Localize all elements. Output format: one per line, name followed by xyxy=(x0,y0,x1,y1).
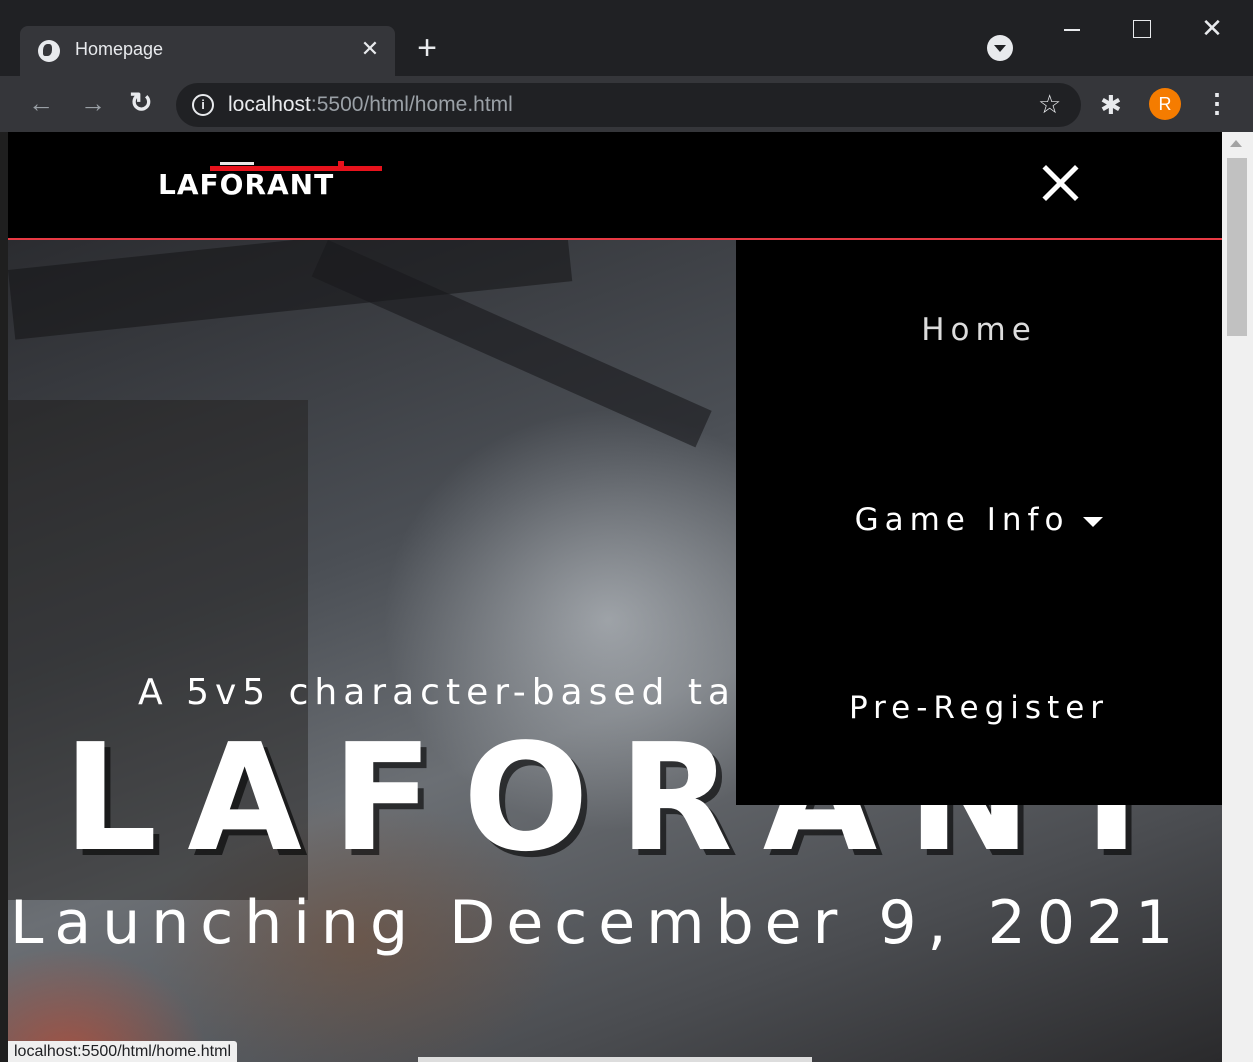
site-navbar: LAFORANT xyxy=(8,132,1222,240)
page-viewport: A 5v5 character-based tactical shooter L… xyxy=(8,132,1222,1062)
globe-icon xyxy=(38,40,60,62)
tab-title: Homepage xyxy=(75,39,164,59)
logo-rifle-sight xyxy=(338,161,344,169)
url-text[interactable]: localhost:5500/html/home.html xyxy=(228,93,513,117)
site-logo[interactable]: LAFORANT xyxy=(158,160,388,206)
bookmark-star-icon[interactable]: ☆ xyxy=(1038,89,1061,120)
tab-strip: Homepage ✕ + ✕ xyxy=(0,0,1253,76)
status-bar-url: localhost:5500/html/home.html xyxy=(8,1041,237,1062)
browser-tab[interactable]: Homepage ✕ xyxy=(20,26,395,76)
nav-item-pre-register[interactable]: Pre-Register xyxy=(736,690,1222,726)
address-bar[interactable]: i localhost:5500/html/home.html ☆ xyxy=(176,83,1081,127)
reload-icon[interactable]: ↻ xyxy=(126,88,156,118)
maximize-button[interactable] xyxy=(1107,0,1177,56)
nav-item-game-info[interactable]: Game Info xyxy=(736,502,1222,538)
launch-date: Launching December 9, 2021 xyxy=(10,888,1185,958)
window-close-button[interactable]: ✕ xyxy=(1177,0,1247,56)
browser-toolbar: ← → ↻ i localhost:5500/html/home.html ☆ xyxy=(0,76,1253,132)
new-tab-button[interactable]: + xyxy=(408,30,446,68)
nav-item-pre-register-label: Pre-Register xyxy=(848,690,1110,726)
nav-item-home[interactable]: Home xyxy=(736,312,1222,348)
tab-close-icon[interactable]: ✕ xyxy=(358,36,382,62)
scroll-up-arrow-icon[interactable] xyxy=(1230,140,1242,147)
forward-arrow-icon[interactable]: → xyxy=(78,88,108,118)
nav-item-home-label: Home xyxy=(921,312,1037,348)
horizontal-scroll-indicator xyxy=(418,1057,812,1062)
site-info-icon[interactable]: i xyxy=(192,94,214,116)
browser-menu-icon[interactable]: ⋮ xyxy=(1204,88,1230,119)
minimize-button[interactable] xyxy=(1037,0,1107,56)
url-path: :5500/html/home.html xyxy=(310,93,513,116)
tab-search-icon[interactable] xyxy=(987,35,1013,61)
nav-dropdown-menu: Home Game Info Pre-Register xyxy=(736,240,1222,805)
logo-rifle-scope xyxy=(220,162,254,165)
scrollbar-thumb[interactable] xyxy=(1227,158,1247,336)
profile-avatar[interactable]: R xyxy=(1149,88,1181,120)
logo-text: LAFORANT xyxy=(158,168,335,201)
extensions-puzzle-icon[interactable]: ✱ xyxy=(1100,90,1122,121)
caret-down-icon xyxy=(1083,516,1104,527)
vertical-scrollbar[interactable] xyxy=(1222,132,1253,1062)
back-arrow-icon[interactable]: ← xyxy=(26,88,56,118)
close-menu-icon[interactable] xyxy=(1040,162,1082,204)
nav-item-game-info-label: Game Info xyxy=(854,502,1070,538)
url-host: localhost xyxy=(228,93,311,116)
